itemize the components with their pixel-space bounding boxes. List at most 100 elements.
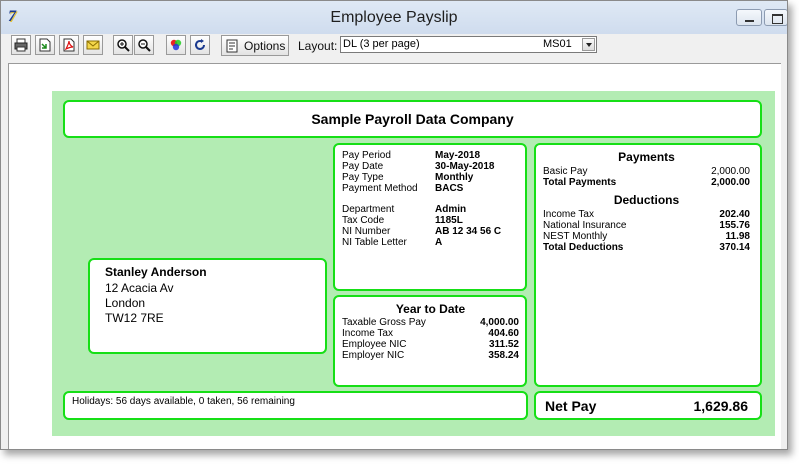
ytd-row: Employer NIC 358.24 <box>342 350 519 361</box>
zoom-out-button[interactable] <box>134 35 154 55</box>
export-icon <box>39 38 51 52</box>
layout-value: DL (3 per page) <box>343 38 420 50</box>
detail-label: Pay Period <box>342 150 391 161</box>
detail-row: Tax Code 1185L <box>342 215 525 226</box>
employee-name: Stanley Anderson <box>105 265 207 279</box>
net-pay-label: Net Pay <box>545 397 597 414</box>
deduction-label: National Insurance <box>543 220 627 231</box>
window-title: Employee Payslip <box>330 9 458 26</box>
ytd-label: Taxable Gross Pay <box>342 317 426 328</box>
ytd-value: 311.52 <box>488 339 519 350</box>
detail-value: 1185L <box>435 215 463 226</box>
address-line: 12 Acacia Av <box>105 281 174 295</box>
deduction-row: National Insurance 155.76 <box>543 220 750 231</box>
payments-title: Payments <box>618 150 675 164</box>
ytd-row: Income Tax 404.60 <box>342 328 519 339</box>
ytd-label: Income Tax <box>342 328 393 339</box>
deduction-value: 202.40 <box>719 209 750 220</box>
detail-row: Pay Type Monthly <box>342 172 525 183</box>
payments-deductions-box: Payments Basic Pay 2,000.00 Total Payment… <box>534 143 762 387</box>
preview-area[interactable]: Sample Payroll Data Company Stanley Ande… <box>8 63 781 449</box>
address-line: London <box>105 296 146 310</box>
email-button[interactable] <box>83 35 103 55</box>
detail-label: Payment Method <box>342 183 418 194</box>
detail-spacer <box>342 194 525 204</box>
detail-value: Admin <box>435 204 467 215</box>
print-button[interactable] <box>11 35 31 55</box>
deduction-value: 155.76 <box>719 220 750 231</box>
color-button[interactable] <box>166 35 186 55</box>
detail-label: Pay Date <box>342 161 384 172</box>
toolbar: Options Layout: DL (3 per page) MS01 <box>1 34 787 56</box>
deduction-row: Income Tax 202.40 <box>543 209 750 220</box>
ytd-label: Employee NIC <box>342 339 407 350</box>
layout-select[interactable]: DL (3 per page) MS01 <box>340 36 597 53</box>
ytd-title: Year to Date <box>395 302 466 316</box>
deductions-title: Deductions <box>613 193 680 207</box>
detail-value: Monthly <box>435 172 474 183</box>
total-payments-row: Total Payments 2,000.00 <box>543 177 750 188</box>
payslip-window: 7 Employee Payslip Options Layout: DL (3… <box>0 0 788 450</box>
employee-address-box: Stanley Anderson 12 Acacia Av London TW1… <box>88 258 327 354</box>
color-icon <box>170 39 182 51</box>
detail-row: Department Admin <box>342 204 525 215</box>
export-button[interactable] <box>35 35 55 55</box>
maximize-icon <box>772 14 783 24</box>
refresh-button[interactable] <box>190 35 210 55</box>
layout-code: MS01 <box>543 38 572 50</box>
options-icon <box>226 39 238 52</box>
year-to-date-box: Year to Date Taxable Gross Pay 4,000.00 I… <box>333 295 527 387</box>
zoom-in-button[interactable] <box>113 35 133 55</box>
title-bar[interactable]: 7 Employee Payslip <box>1 1 787 35</box>
detail-value: 30-May-2018 <box>435 161 495 172</box>
detail-value: A <box>435 237 443 248</box>
detail-row: Payment Method BACS <box>342 183 525 194</box>
refresh-icon <box>195 39 205 50</box>
detail-row: Pay Date 30-May-2018 <box>342 161 525 172</box>
minimize-icon <box>745 20 754 22</box>
ytd-row: Employee NIC 311.52 <box>342 339 519 350</box>
chevron-down-icon[interactable] <box>582 38 595 51</box>
detail-row: Pay Period May-2018 <box>342 150 525 161</box>
payment-value: 2,000.00 <box>711 166 750 177</box>
net-pay-box: Net Pay 1,629.86 <box>534 391 762 420</box>
options-button[interactable]: Options <box>221 35 289 56</box>
pay-details-box: Pay Period May-2018 Pay Date 30-May-2018 P… <box>333 143 527 291</box>
detail-value: May-2018 <box>435 150 481 161</box>
deduction-row: NEST Monthly 11.98 <box>543 231 750 242</box>
maximize-button[interactable] <box>764 9 787 26</box>
detail-value: AB 12 34 56 C <box>435 226 502 237</box>
total-deductions-value: 370.14 <box>719 242 750 253</box>
minimize-button[interactable] <box>736 9 762 26</box>
pdf-icon <box>63 38 75 52</box>
email-icon <box>86 40 100 50</box>
ytd-value: 358.24 <box>488 350 519 361</box>
holidays-box: Holidays: 56 days available, 0 taken, 56… <box>63 391 528 420</box>
pdf-button[interactable] <box>59 35 79 55</box>
ytd-row: Taxable Gross Pay 4,000.00 <box>342 317 519 328</box>
company-name: Sample Payroll Data Company <box>63 100 762 138</box>
detail-label: Pay Type <box>342 172 384 183</box>
detail-row: NI Table Letter A <box>342 237 525 248</box>
detail-row: NI Number AB 12 34 56 C <box>342 226 525 237</box>
deduction-label: Income Tax <box>543 209 594 220</box>
ytd-value: 4,000.00 <box>480 317 519 328</box>
address-line: TW12 7RE <box>105 311 164 325</box>
detail-label: NI Table Letter <box>342 237 407 248</box>
ytd-value: 404.60 <box>488 328 519 339</box>
payment-label: Basic Pay <box>543 166 588 177</box>
detail-value: BACS <box>435 183 464 194</box>
payslip: Sample Payroll Data Company Stanley Ande… <box>52 91 775 436</box>
total-payments-value: 2,000.00 <box>711 177 750 188</box>
print-icon <box>14 38 28 52</box>
total-deductions-label: Total Deductions <box>543 242 624 253</box>
total-deductions-row: Total Deductions 370.14 <box>543 242 750 253</box>
layout-label: Layout: <box>298 39 338 53</box>
detail-label: Tax Code <box>342 215 385 226</box>
deduction-value: 11.98 <box>725 231 750 242</box>
zoom-in-icon <box>117 39 130 52</box>
payment-row: Basic Pay 2,000.00 <box>543 166 750 177</box>
net-pay-value: 1,629.86 <box>693 397 749 414</box>
options-label: Options <box>244 38 286 53</box>
deduction-label: NEST Monthly <box>543 231 608 242</box>
